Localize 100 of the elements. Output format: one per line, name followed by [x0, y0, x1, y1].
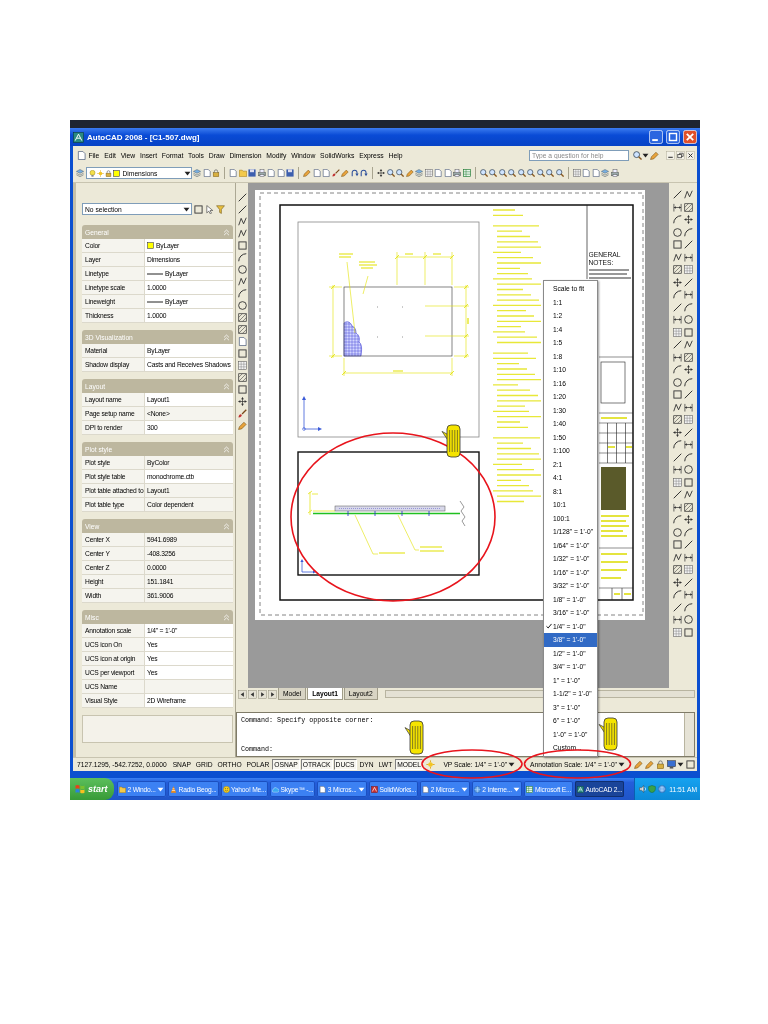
maximize-icon[interactable] [666, 130, 680, 144]
hatch-icon[interactable] [237, 373, 247, 382]
line-icon[interactable] [684, 240, 693, 249]
restore-icon[interactable] [676, 150, 685, 160]
circle-icon[interactable] [237, 265, 247, 274]
line-icon[interactable] [684, 427, 693, 437]
circle-icon[interactable] [673, 227, 682, 237]
hatch-icon[interactable] [684, 502, 693, 512]
grid-icon[interactable] [424, 169, 433, 177]
printer-icon[interactable] [610, 169, 619, 177]
polyline-icon[interactable] [684, 340, 693, 349]
magnifier-icon[interactable] [527, 169, 535, 177]
document-icon[interactable] [237, 337, 247, 346]
magnifier-icon[interactable] [489, 169, 497, 177]
printer-icon[interactable] [257, 169, 266, 177]
dimension-icon[interactable] [673, 352, 682, 362]
square-icon[interactable] [237, 349, 247, 358]
circle-icon[interactable] [684, 315, 693, 324]
magnifier-icon[interactable] [555, 169, 564, 177]
arc-icon[interactable] [237, 289, 247, 298]
move-icon[interactable] [684, 215, 693, 224]
hatch-icon[interactable] [684, 352, 693, 362]
left-arrow-icon[interactable] [238, 689, 247, 699]
magnifier-icon[interactable] [479, 169, 488, 177]
document-icon[interactable] [229, 169, 237, 177]
dimension-icon[interactable] [684, 440, 693, 449]
right-arrow-icon[interactable] [268, 689, 277, 699]
hatch-icon[interactable] [684, 202, 693, 212]
dimension-icon[interactable] [684, 290, 693, 299]
caret-icon[interactable] [183, 205, 190, 213]
hatch-icon[interactable] [237, 313, 247, 322]
circle-icon[interactable] [684, 465, 693, 474]
line-icon[interactable] [673, 190, 682, 199]
layers-icon[interactable] [601, 169, 609, 177]
circle-icon[interactable] [673, 377, 682, 387]
close-icon[interactable] [686, 150, 695, 160]
magnifier-icon[interactable] [396, 169, 404, 177]
move-icon[interactable] [673, 577, 682, 587]
dimension-icon[interactable] [673, 502, 682, 512]
dimension-icon[interactable] [673, 465, 682, 474]
magnifier-icon[interactable] [536, 169, 545, 177]
line-icon[interactable] [673, 602, 682, 612]
arc-icon[interactable] [237, 253, 247, 262]
pencil-icon[interactable] [303, 169, 311, 177]
line-icon[interactable] [673, 452, 682, 462]
magnifier-icon[interactable] [633, 150, 642, 160]
dimension-icon[interactable] [684, 552, 693, 562]
layers-icon[interactable] [76, 169, 84, 177]
magnifier-icon[interactable] [386, 169, 395, 177]
spreadsheet-icon[interactable] [462, 169, 471, 177]
move-icon[interactable] [684, 365, 693, 374]
caret-icon[interactable] [677, 761, 684, 768]
circle-icon[interactable] [684, 615, 693, 624]
caret-icon[interactable] [183, 169, 191, 177]
cursor-icon[interactable] [205, 204, 214, 214]
document-icon[interactable] [202, 169, 211, 177]
magnifier-icon[interactable] [517, 169, 526, 177]
line-icon[interactable] [237, 193, 247, 202]
grid-icon[interactable] [684, 265, 693, 274]
magnifier-icon[interactable] [498, 169, 507, 177]
polyline-icon[interactable] [237, 277, 247, 286]
funnel-icon[interactable] [216, 204, 225, 214]
line-icon[interactable] [673, 340, 682, 349]
padlock-icon[interactable] [656, 760, 665, 769]
grid-icon[interactable] [237, 361, 247, 370]
brush-icon[interactable] [237, 409, 247, 418]
dimension-icon[interactable] [684, 590, 693, 599]
polyline-icon[interactable] [673, 552, 682, 562]
move-icon[interactable] [377, 169, 385, 177]
polyline-icon[interactable] [673, 252, 682, 262]
hatch-icon[interactable] [673, 415, 682, 424]
pencil-icon[interactable] [405, 169, 414, 177]
vertical-scrollbar[interactable] [684, 713, 694, 756]
move-icon[interactable] [673, 427, 682, 437]
line-icon[interactable] [684, 277, 693, 287]
speaker-icon[interactable] [638, 785, 647, 793]
hatch-icon[interactable] [673, 265, 682, 274]
dimension-icon[interactable] [684, 252, 693, 262]
dimension-icon[interactable] [673, 202, 682, 212]
polyline-icon[interactable] [684, 490, 693, 499]
minimize-icon[interactable] [666, 150, 675, 160]
line-icon[interactable] [684, 390, 693, 399]
polyline-icon[interactable] [673, 402, 682, 412]
printer-icon[interactable] [453, 169, 461, 177]
circle-icon[interactable] [237, 301, 247, 310]
square-icon[interactable] [237, 241, 247, 250]
monitor-icon[interactable] [667, 760, 676, 769]
move-icon[interactable] [237, 397, 247, 406]
caret-icon[interactable] [618, 761, 625, 768]
caret-icon[interactable] [508, 761, 516, 768]
polyline-icon[interactable] [684, 190, 693, 199]
grid-icon[interactable] [684, 415, 693, 424]
layers-icon[interactable] [415, 169, 423, 177]
circle-icon[interactable] [673, 527, 682, 537]
line-icon[interactable] [237, 205, 247, 214]
hatch-icon[interactable] [673, 565, 682, 574]
line-icon[interactable] [673, 302, 682, 312]
caret-icon[interactable] [642, 151, 649, 159]
pencil-icon[interactable] [237, 421, 247, 430]
document-icon[interactable] [77, 150, 86, 160]
